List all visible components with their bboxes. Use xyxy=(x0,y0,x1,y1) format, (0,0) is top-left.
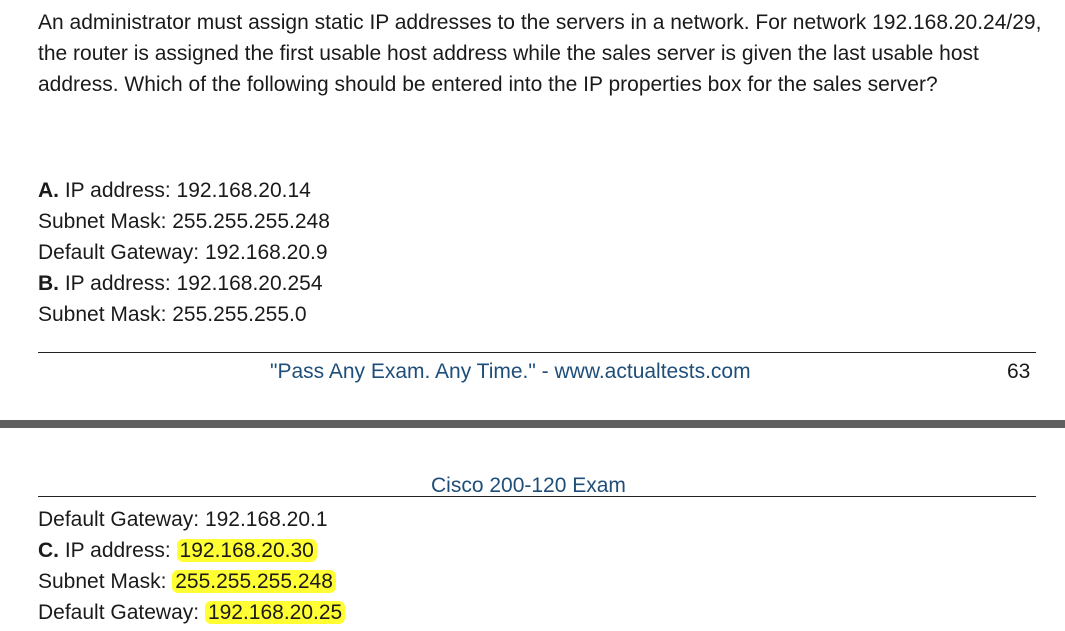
page-number: 63 xyxy=(1007,360,1031,383)
option-b-ip-line: B. IP address: 192.168.20.254 xyxy=(38,268,330,299)
option-a-ip-line: A. IP address: 192.168.20.14 xyxy=(38,175,330,206)
option-c-gateway-label: Default Gateway: xyxy=(38,601,200,624)
option-b-gateway-value: 192.168.20.1 xyxy=(204,508,328,531)
option-c-gateway-line: Default Gateway: 192.168.20.25 xyxy=(38,597,346,628)
option-b-ip-value: 192.168.20.254 xyxy=(176,272,323,295)
option-a-letter: A. xyxy=(38,179,59,202)
document-page-upper: An administrator must assign static IP a… xyxy=(0,0,1065,420)
option-b-ip-label: IP address: xyxy=(64,272,171,295)
option-c-mask-value-highlighted: 255.255.255.248 xyxy=(172,570,336,593)
option-c-mask-label: Subnet Mask: xyxy=(38,570,167,593)
option-c-ip-line: C. IP address: 192.168.20.30 xyxy=(38,535,345,566)
option-a-mask-line: Subnet Mask: 255.255.255.248 xyxy=(38,206,330,237)
option-a-gateway-value: 192.168.20.9 xyxy=(204,241,328,264)
option-c-ip-value-highlighted: 192.168.20.30 xyxy=(176,539,317,562)
footer-tagline: "Pass Any Exam. Any Time." - www.actualt… xyxy=(270,360,751,383)
header-divider xyxy=(38,496,1036,497)
option-b-letter: B. xyxy=(38,272,59,295)
page-break-bar xyxy=(0,420,1065,428)
option-b-mask-value: 255.255.255.0 xyxy=(172,303,307,326)
question-text: An administrator must assign static IP a… xyxy=(38,11,1042,96)
option-a-mask-value: 255.255.255.248 xyxy=(172,210,330,233)
option-a-mask-label: Subnet Mask: xyxy=(38,210,167,233)
footer-divider xyxy=(38,352,1036,353)
option-a-gateway-label: Default Gateway: xyxy=(38,241,200,264)
option-b-mask-line: Subnet Mask: 255.255.255.0 xyxy=(38,299,330,330)
option-b-gateway-label: Default Gateway: xyxy=(38,508,200,531)
option-a-ip-value: 192.168.20.14 xyxy=(176,179,311,202)
option-b-gateway-line: Default Gateway: 192.168.20.1 xyxy=(38,504,345,535)
option-c-letter: C. xyxy=(38,539,59,562)
option-c-mask-line: Subnet Mask: 255.255.255.248 xyxy=(38,566,345,597)
option-b-mask-label: Subnet Mask: xyxy=(38,303,167,326)
option-a-ip-label: IP address: xyxy=(64,179,171,202)
option-a-gateway-line: Default Gateway: 192.168.20.9 xyxy=(38,237,330,268)
option-c-ip-label: IP address: xyxy=(64,539,171,562)
option-c-gateway-value-highlighted: 192.168.20.25 xyxy=(204,601,346,624)
options-list-page2: Default Gateway: 192.168.20.1 C. IP addr… xyxy=(38,504,346,628)
options-list-page1: A. IP address: 192.168.20.14 Subnet Mask… xyxy=(38,175,330,330)
